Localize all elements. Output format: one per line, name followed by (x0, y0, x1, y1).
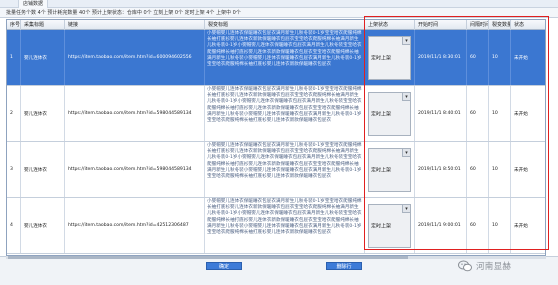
cell-start: 2019/11/1 8:30:01 (415, 30, 467, 85)
cell-count: 10 (489, 198, 511, 253)
status-select[interactable]: 定时上架 ▾ (368, 35, 411, 80)
scrollbar-thumb[interactable] (8, 256, 408, 259)
col-header-state[interactable]: 状态 (511, 20, 545, 30)
cell-status: 定时上架 ▾ (365, 198, 415, 253)
cell-state: 未开始 (511, 142, 545, 197)
table-row[interactable]: 2 婴儿连体衣 https://item.taobao.com/item.htm… (7, 86, 545, 142)
cell-index: 1 (7, 30, 21, 85)
col-header-start[interactable]: 开始时间 (415, 20, 467, 30)
cell-state: 未开始 (511, 198, 545, 253)
cell-title: 婴儿连体衣 (21, 198, 65, 253)
col-header-count[interactable]: 裂变数量 (489, 20, 511, 30)
cell-count: 10 (489, 86, 511, 141)
cell-desc: 小婴帽婴儿连体衣保暖睡衣包屁衣满月新生儿秋冬装0-1岁宝宝哈衣爬服纯棉长袖打底衫… (205, 86, 365, 141)
cell-desc: 小婴帽婴儿连体衣保暖睡衣包屁衣满月新生儿秋冬装0-1岁宝宝哈衣爬服纯棉长袖打底衫… (205, 30, 365, 85)
status-value: 定时上架 (371, 111, 392, 117)
cell-interval: 60 (467, 198, 489, 253)
status-value: 定时上架 (371, 55, 392, 61)
cell-interval: 60 (467, 86, 489, 141)
cell-index: 3 (7, 142, 21, 197)
col-header-interval[interactable]: 间隔时间 (467, 20, 489, 30)
cell-desc: 小婴帽婴儿连体衣保暖睡衣包屁衣满月新生儿秋冬装0-1岁宝宝哈衣爬服纯棉长袖打底衫… (205, 198, 365, 253)
cell-link[interactable]: https://item.taobao.com/item.htm?id=6000… (65, 30, 205, 85)
cell-link[interactable]: https://item.taobao.com/item.htm?id=5980… (65, 142, 205, 197)
cell-link[interactable]: https://item.taobao.com/item.htm?id=4251… (65, 198, 205, 253)
cell-start: 2019/11/1 8:50:01 (415, 142, 467, 197)
status-select[interactable]: 定时上架 ▾ (368, 147, 411, 192)
cell-state: 未开始 (511, 30, 545, 85)
cell-count: 10 (489, 30, 511, 85)
ok-button[interactable]: 确定 (206, 262, 242, 270)
cell-index: 2 (7, 86, 21, 141)
cell-interval: 60 (467, 30, 489, 85)
cell-status: 定时上架 ▾ (365, 86, 415, 141)
status-value: 定时上架 (371, 223, 392, 229)
col-header-index[interactable]: 序号 (7, 20, 21, 30)
table-row[interactable]: 3 婴儿连体衣 https://item.taobao.com/item.htm… (7, 142, 545, 198)
cell-link[interactable]: https://item.taobao.com/item.htm?id=5980… (65, 86, 205, 141)
table-row[interactable]: 1 婴儿连体衣 https://item.taobao.com/item.htm… (7, 30, 545, 86)
watermark-text: 河南显赫 (476, 262, 512, 272)
col-header-link[interactable]: 链接 (65, 20, 205, 30)
col-header-status[interactable]: 上架状态 (365, 20, 415, 30)
status-value: 定时上架 (371, 167, 392, 173)
batch-status-line: 批量任务个数 4个 预计耗完数量 40个 预计上架状态：仓库中 0个 立刻上架 … (0, 8, 558, 18)
cell-status: 定时上架 ▾ (365, 142, 415, 197)
col-header-title[interactable]: 采集标题 (21, 20, 65, 30)
cell-interval: 60 (467, 142, 489, 197)
cell-title: 婴儿连体衣 (21, 142, 65, 197)
cell-start: 2019/11/1 8:40:01 (415, 86, 467, 141)
window-tab[interactable]: 店铺数据 (18, 0, 49, 8)
table-row[interactable]: 4 婴儿连体衣 https://item.taobao.com/item.htm… (7, 198, 545, 254)
cell-count: 10 (489, 142, 511, 197)
chevron-down-icon[interactable]: ▾ (402, 36, 410, 45)
cell-state: 未开始 (511, 86, 545, 141)
watermark: 河南显赫 (458, 258, 511, 274)
chevron-down-icon[interactable]: ▾ (402, 204, 410, 213)
cell-index: 4 (7, 198, 21, 253)
cell-title: 婴儿连体衣 (21, 30, 65, 85)
cell-title: 婴儿连体衣 (21, 86, 65, 141)
cell-desc: 小婴帽婴儿连体衣保暖睡衣包屁衣满月新生儿秋冬装0-1岁宝宝哈衣爬服纯棉长袖打底衫… (205, 142, 365, 197)
status-select[interactable]: 定时上架 ▾ (368, 203, 411, 248)
grid-header: 序号 采集标题 链接 裂变标题 上架状态 开始时间 间隔时间 裂变数量 状态 (7, 20, 545, 30)
window-titlebar: 店铺数据 (0, 0, 558, 8)
cell-start: 2019/11/1 9:00:01 (415, 198, 467, 253)
status-select[interactable]: 定时上架 ▾ (368, 91, 411, 136)
task-grid: 序号 采集标题 链接 裂变标题 上架状态 开始时间 间隔时间 裂变数量 状态 1… (6, 19, 546, 256)
chevron-down-icon[interactable]: ▾ (402, 148, 410, 157)
wechat-icon (458, 260, 472, 272)
cell-status: 定时上架 ▾ (365, 30, 415, 85)
col-header-desc[interactable]: 裂变标题 (205, 20, 365, 30)
chevron-down-icon[interactable]: ▾ (402, 92, 410, 101)
delete-row-button[interactable]: 删除行 (326, 262, 362, 270)
